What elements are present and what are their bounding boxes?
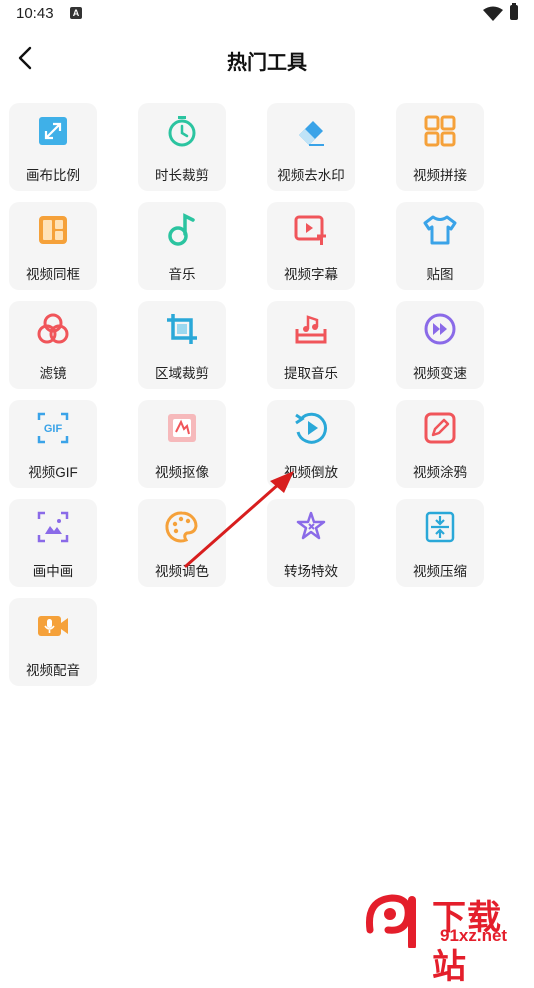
tool-label: 时长裁剪 [155, 168, 209, 183]
tool-compress[interactable]: 视频压缩 [396, 499, 484, 587]
tool-label: 画中画 [32, 564, 74, 579]
tool-label: 转场特效 [284, 564, 338, 579]
tool-label: 视频调色 [155, 564, 209, 579]
tool-label: 视频涂鸦 [413, 465, 467, 480]
tool-label: 视频拼接 [413, 168, 467, 183]
grid-splice-icon [424, 115, 456, 147]
tool-split-frame[interactable]: 视频同框 [9, 202, 97, 290]
music-note-icon [168, 213, 195, 246]
tool-sticker[interactable]: 贴图 [396, 202, 484, 290]
picture-in-picture-icon [37, 511, 69, 543]
tool-label: 视频抠像 [155, 465, 209, 480]
tool-label: 提取音乐 [284, 366, 338, 381]
palette-icon [165, 511, 198, 543]
tool-speed[interactable]: 视频变速 [396, 301, 484, 389]
status-bar: 10:43 A [0, 0, 534, 28]
tool-label: 视频倒放 [284, 465, 338, 480]
tool-label: 音乐 [168, 267, 196, 282]
subtitle-icon [294, 215, 326, 245]
svg-text:GIF: GIF [44, 423, 63, 435]
wifi-icon [483, 6, 503, 21]
filter-circles-icon [37, 313, 69, 344]
crop-icon [167, 314, 197, 344]
tool-filter[interactable]: 滤镜 [9, 301, 97, 389]
status-time: 10:43 [16, 5, 54, 22]
tool-transition[interactable]: 转场特效 [267, 499, 355, 587]
tool-label: 视频配音 [26, 663, 80, 678]
tool-label: 区域裁剪 [155, 366, 209, 381]
watermark-url: 91xz.net [440, 926, 508, 945]
extract-music-icon [295, 315, 327, 344]
doodle-pen-icon [424, 412, 456, 444]
header: 热门工具 [0, 36, 534, 80]
tool-video-splice[interactable]: 视频拼接 [396, 103, 484, 191]
tool-label: 贴图 [426, 267, 454, 282]
site-logo-icon [365, 894, 416, 948]
tool-label: 滤镜 [39, 366, 67, 381]
compress-icon [425, 511, 455, 543]
canvas-ratio-icon [39, 117, 67, 145]
tool-label: 视频压缩 [413, 564, 467, 579]
tool-label: 视频去水印 [277, 168, 345, 183]
tool-gif[interactable]: GIF 视频GIF [9, 400, 97, 488]
tool-label: 视频同框 [26, 267, 80, 282]
stopwatch-icon [168, 116, 196, 147]
tool-subtitles[interactable]: 视频字幕 [267, 202, 355, 290]
watermark: 下载站 91xz.net [362, 890, 534, 986]
eraser-icon [299, 121, 324, 146]
notification-icon: A [70, 7, 82, 19]
tool-color-grade[interactable]: 视频调色 [138, 499, 226, 587]
battery-icon [510, 3, 518, 20]
tool-extract-music[interactable]: 提取音乐 [267, 301, 355, 389]
tool-label: 视频GIF [28, 465, 78, 480]
tool-label: 视频字幕 [284, 267, 338, 282]
sparkle-star-icon [296, 511, 326, 540]
tool-pip[interactable]: 画中画 [9, 499, 97, 587]
shirt-sticker-icon [423, 215, 457, 245]
tool-doodle[interactable]: 视频涂鸦 [396, 400, 484, 488]
tool-reverse[interactable]: 视频倒放 [267, 400, 355, 488]
reverse-play-icon [295, 412, 327, 444]
cutout-icon [168, 414, 196, 442]
tool-dubbing[interactable]: 视频配音 [9, 598, 97, 686]
tool-duration-trim[interactable]: 时长裁剪 [138, 103, 226, 191]
split-frame-icon [39, 216, 67, 244]
tool-label: 视频变速 [413, 366, 467, 381]
tool-region-crop[interactable]: 区域裁剪 [138, 301, 226, 389]
dubbing-camera-icon [38, 616, 68, 636]
tool-cutout[interactable]: 视频抠像 [138, 400, 226, 488]
tool-remove-watermark[interactable]: 视频去水印 [267, 103, 355, 191]
fast-forward-icon [424, 313, 456, 345]
page-title: 热门工具 [227, 52, 307, 74]
tool-canvas-ratio[interactable]: 画布比例 [9, 103, 97, 191]
gif-icon: GIF [37, 412, 69, 444]
tool-music[interactable]: 音乐 [138, 202, 226, 290]
tool-label: 画布比例 [26, 168, 80, 183]
